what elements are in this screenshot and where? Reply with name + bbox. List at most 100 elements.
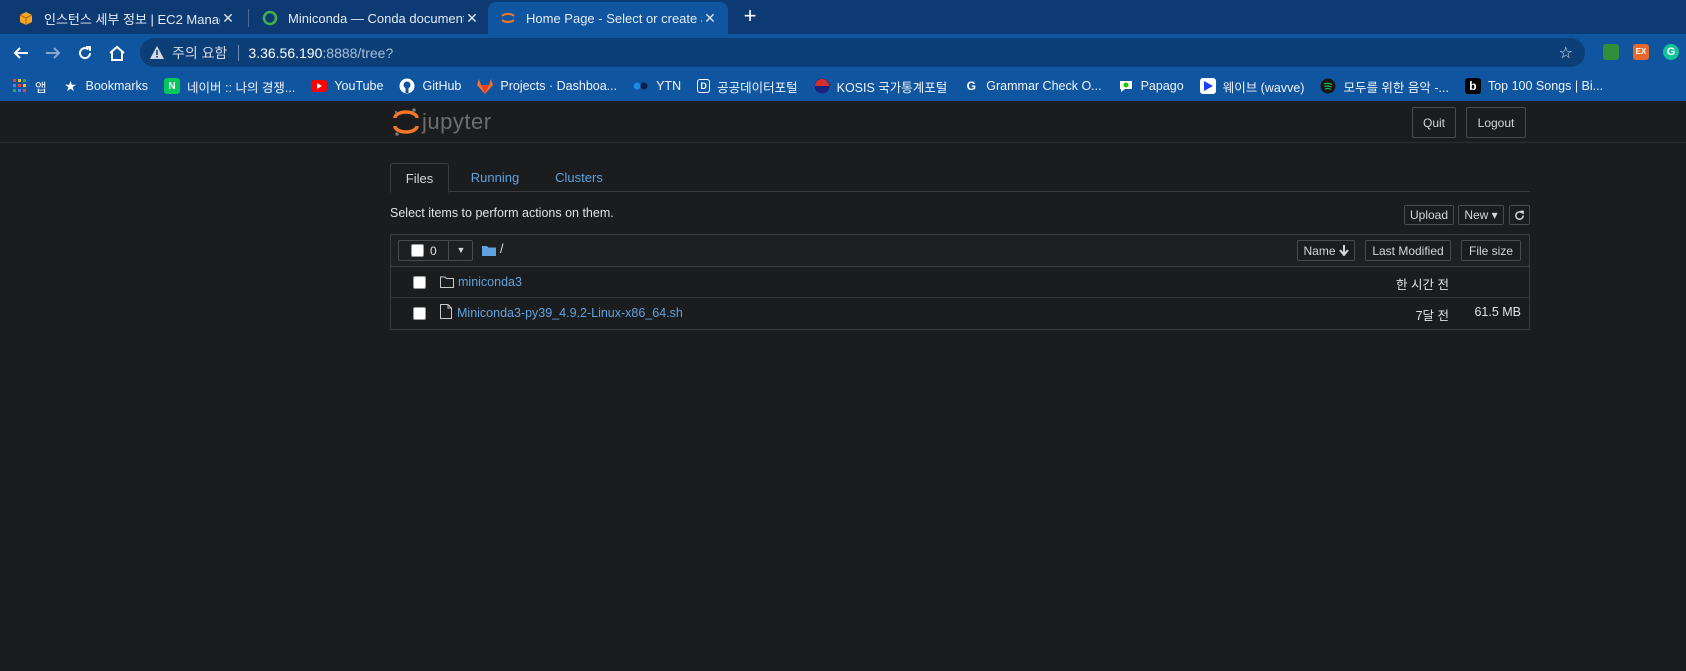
jupyter-logo[interactable]: jupyter xyxy=(393,107,492,137)
grammarly-icon: G xyxy=(966,79,976,93)
address-divider xyxy=(238,44,240,61)
file-name-link[interactable]: Miniconda3-py39_4.9.2-Linux-x86_64.sh xyxy=(457,306,683,320)
bookmark-label: Bookmarks xyxy=(85,79,149,93)
breadcrumb-root[interactable]: / xyxy=(500,242,503,256)
bookmark-naver[interactable]: N 네이버 :: 나의 경쟁... xyxy=(164,77,295,96)
close-tab-icon[interactable]: ✕ xyxy=(702,10,718,27)
security-warning-label[interactable]: 주의 요함 xyxy=(172,43,227,63)
bookmark-label: 앱 xyxy=(35,80,47,95)
github-icon xyxy=(399,78,415,94)
sort-by-modified-button[interactable]: Last Modified xyxy=(1365,240,1451,261)
extension-green-icon[interactable] xyxy=(1603,44,1619,60)
new-dropdown-button[interactable]: New ▾ xyxy=(1458,205,1504,225)
selected-count: 0 xyxy=(430,244,437,258)
jupyter-logo-icon xyxy=(393,108,419,136)
bookmark-label: Top 100 Songs | Bi... xyxy=(1487,79,1604,93)
file-modified: 한 시간 전 xyxy=(1396,278,1449,292)
gitlab-icon xyxy=(477,78,494,94)
row-checkbox[interactable] xyxy=(413,276,426,289)
forward-button[interactable] xyxy=(40,40,66,66)
bookmarks-bar: 앱 ★ Bookmarks N 네이버 :: 나의 경쟁... YouTube … xyxy=(0,71,1686,101)
sort-by-name-button[interactable]: Name xyxy=(1297,240,1355,261)
back-button[interactable] xyxy=(8,40,34,66)
bookmark-gitlab[interactable]: Projects · Dashboa... xyxy=(477,78,617,94)
quit-button[interactable]: Quit xyxy=(1412,107,1456,138)
wavve-icon xyxy=(1199,78,1216,94)
logout-button[interactable]: Logout xyxy=(1466,107,1526,138)
bookmark-label: 공공데이터포털 xyxy=(717,80,798,95)
bookmark-apps[interactable]: 앱 xyxy=(12,77,47,96)
aws-box-icon xyxy=(18,10,34,26)
bookmark-label: 네이버 :: 나의 경쟁... xyxy=(187,80,296,95)
star-icon: ★ xyxy=(64,77,77,94)
bookmark-grammar-check[interactable]: G Grammar Check O... xyxy=(963,78,1102,94)
chevron-down-icon[interactable]: ▼ xyxy=(449,241,473,260)
bookmark-label: YTN xyxy=(656,79,682,93)
bookmark-kosis[interactable]: KOSIS 국가통계포털 xyxy=(814,77,947,96)
bookmark-billboard[interactable]: b Top 100 Songs | Bi... xyxy=(1464,78,1604,94)
file-size: 61.5 MB xyxy=(1474,305,1521,319)
address-bar[interactable]: 주의 요함 3.36.56.190 :8888/tree? ☆ xyxy=(140,38,1585,67)
select-all-checkbox[interactable] xyxy=(411,244,424,257)
bookmark-label: Papago xyxy=(1140,79,1184,93)
file-name-link[interactable]: miniconda3 xyxy=(458,275,522,289)
arrow-right-icon xyxy=(46,47,61,59)
home-icon xyxy=(109,45,125,61)
ytn-icon xyxy=(633,78,649,94)
file-list: 0 ▼ / Name Last Modified File size minic… xyxy=(390,234,1530,330)
table-row[interactable]: Miniconda3-py39_4.9.2-Linux-x86_64.sh 7달… xyxy=(391,298,1529,329)
bookmark-label: YouTube xyxy=(334,79,384,93)
reload-button[interactable] xyxy=(72,40,98,66)
file-icon xyxy=(440,304,452,324)
bookmark-github[interactable]: GitHub xyxy=(399,78,461,94)
tab-title: 인스턴스 세부 정보 | EC2 Manag xyxy=(44,11,220,27)
refresh-button[interactable] xyxy=(1509,205,1530,225)
reload-icon xyxy=(79,46,92,60)
close-tab-icon[interactable]: ✕ xyxy=(464,10,480,27)
bookmark-ytn[interactable]: YTN xyxy=(633,78,681,94)
selection-hint: Select items to perform actions on them. xyxy=(390,206,614,220)
youtube-icon xyxy=(311,78,328,94)
row-checkbox[interactable] xyxy=(413,307,426,320)
home-button[interactable] xyxy=(104,40,130,66)
jupyter-favicon-icon xyxy=(500,10,516,26)
bookmark-wavve[interactable]: 웨이브 (wavve) xyxy=(1199,77,1304,96)
close-tab-icon[interactable]: ✕ xyxy=(220,10,236,27)
bookmark-label: Grammar Check O... xyxy=(986,79,1102,93)
bookmark-label: 모두를 위한 음악 -... xyxy=(1343,80,1449,95)
browser-tab-ec2[interactable]: 인스턴스 세부 정보 | EC2 Manag ✕ xyxy=(6,2,246,34)
bookmark-folder-bookmarks[interactable]: ★ Bookmarks xyxy=(63,77,149,94)
select-all-group: 0 ▼ xyxy=(398,240,473,261)
jupyter-tabs: Files Running Clusters xyxy=(390,163,1530,193)
folder-icon[interactable] xyxy=(482,243,496,261)
table-row[interactable]: miniconda3 한 시간 전 xyxy=(391,267,1529,298)
file-modified: 7달 전 xyxy=(1415,309,1449,323)
jupyter-wordmark: jupyter xyxy=(422,109,492,134)
tab-running[interactable]: Running xyxy=(454,163,536,192)
tab-divider xyxy=(248,9,249,27)
new-tab-button[interactable]: + xyxy=(737,4,763,30)
grammarly-extension-icon[interactable]: G xyxy=(1663,44,1679,60)
jupyter-header: jupyter Quit Logout xyxy=(0,101,1686,143)
warning-triangle-icon xyxy=(150,46,164,59)
bookmark-youtube[interactable]: YouTube xyxy=(311,78,383,94)
bookmark-data-portal[interactable]: D 공공데이터포털 xyxy=(697,77,798,96)
tab-clusters[interactable]: Clusters xyxy=(540,163,618,192)
bookmark-papago[interactable]: Papago xyxy=(1118,78,1184,94)
arrow-left-icon xyxy=(13,47,28,59)
browser-tab-jupyter-home[interactable]: Home Page - Select or create a ✕ xyxy=(488,2,728,34)
bookmark-star-icon[interactable]: ☆ xyxy=(1559,43,1573,63)
naver-icon: N xyxy=(164,78,181,94)
tab-files[interactable]: Files xyxy=(390,163,449,193)
extension-ex-icon[interactable]: EX xyxy=(1633,44,1649,60)
browser-tab-miniconda[interactable]: Miniconda — Conda documentat ✕ xyxy=(250,2,490,34)
sort-by-size-button[interactable]: File size xyxy=(1461,240,1521,261)
bookmark-spotify[interactable]: 모두를 위한 음악 -... xyxy=(1320,77,1449,96)
arrow-down-icon xyxy=(1338,245,1349,256)
billboard-icon: b xyxy=(1464,78,1481,94)
browser-tab-strip: 인스턴스 세부 정보 | EC2 Manag ✕ Miniconda — Con… xyxy=(0,0,1686,34)
folder-outline-icon xyxy=(440,275,454,293)
tab-title: Miniconda — Conda documentat xyxy=(288,10,464,26)
bookmark-label: Projects · Dashboa... xyxy=(500,79,618,93)
upload-button[interactable]: Upload xyxy=(1404,205,1454,225)
